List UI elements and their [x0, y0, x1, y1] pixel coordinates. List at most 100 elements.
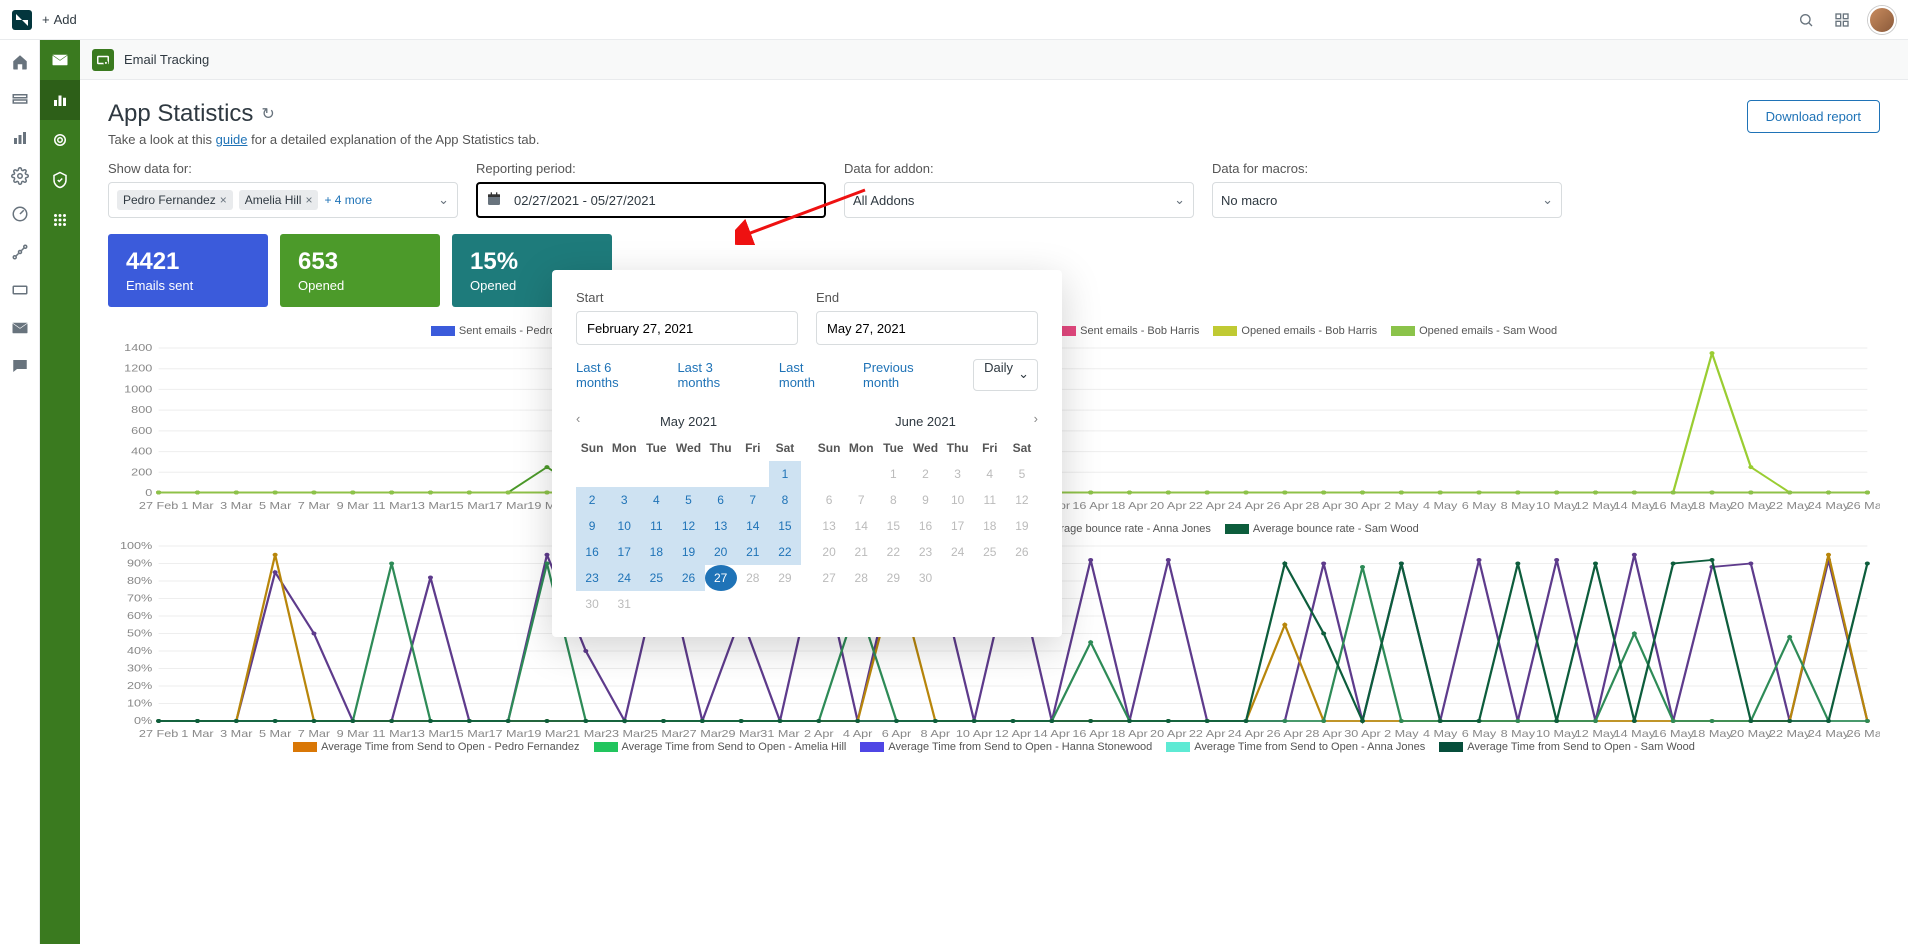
calendar-day[interactable]: 16	[576, 539, 608, 565]
views-icon[interactable]	[10, 90, 30, 110]
calendar-day[interactable]: 27	[813, 565, 845, 591]
calendar-day[interactable]: 8	[877, 487, 909, 513]
calendar-day[interactable]: 18	[640, 539, 672, 565]
calendar-day[interactable]: 24	[942, 539, 974, 565]
addon-select[interactable]: All Addons ⌄	[844, 182, 1194, 218]
calendar-day[interactable]: 10	[942, 487, 974, 513]
calendar-day[interactable]: 5	[672, 487, 704, 513]
zendesk-logo[interactable]	[12, 10, 32, 30]
calendar-day[interactable]: 30	[576, 591, 608, 617]
calendar-day[interactable]: 12	[672, 513, 704, 539]
calendar-day[interactable]: 16	[909, 513, 941, 539]
calendar-day[interactable]: 21	[737, 539, 769, 565]
calendar-day[interactable]: 7	[845, 487, 877, 513]
next-month-icon[interactable]: ›	[1034, 411, 1038, 426]
calendar-day[interactable]: 11	[974, 487, 1006, 513]
legend-item[interactable]: Average Time from Send to Open - Hanna S…	[860, 741, 1152, 753]
more-users-link[interactable]: + 4 more	[324, 193, 372, 207]
macros-select[interactable]: No macro ⌄	[1212, 182, 1562, 218]
start-date-input[interactable]	[576, 311, 798, 345]
add-button[interactable]: + Add	[42, 12, 77, 27]
calendar-day[interactable]: 30	[909, 565, 941, 591]
app-nav-settings[interactable]	[40, 120, 80, 160]
calendar-day[interactable]: 12	[1006, 487, 1038, 513]
show-data-for-select[interactable]: Pedro Fernandez× Amelia Hill× + 4 more ⌄	[108, 182, 458, 218]
calendar-day[interactable]: 7	[737, 487, 769, 513]
app-nav-mail[interactable]	[40, 40, 80, 80]
calendar-day[interactable]: 28	[845, 565, 877, 591]
calendar-day[interactable]: 15	[769, 513, 801, 539]
granularity-select[interactable]: Daily ⌄	[973, 359, 1038, 391]
guide-link[interactable]: guide	[216, 132, 248, 147]
search-icon[interactable]	[1796, 10, 1816, 30]
calendar-day[interactable]: 9	[576, 513, 608, 539]
calendar-day[interactable]: 14	[737, 513, 769, 539]
legend-item[interactable]: Average Time from Send to Open - Anna Jo…	[1166, 741, 1425, 753]
calendar-day[interactable]: 2	[576, 487, 608, 513]
mail-solid-icon[interactable]	[10, 318, 30, 338]
calendar-day[interactable]: 6	[813, 487, 845, 513]
calendar-day[interactable]: 14	[845, 513, 877, 539]
gauge-icon[interactable]	[10, 204, 30, 224]
calendar-day[interactable]: 10	[608, 513, 640, 539]
refresh-icon[interactable]: ↻	[261, 104, 274, 124]
calendar-day[interactable]: 26	[672, 565, 704, 591]
calendar-day[interactable]: 23	[576, 565, 608, 591]
legend-item[interactable]: Average Time from Send to Open - Amelia …	[594, 741, 847, 753]
preset-last-6-months[interactable]: Last 6 months	[576, 360, 657, 390]
calendar-day[interactable]: 21	[845, 539, 877, 565]
calendar-day[interactable]: 8	[769, 487, 801, 513]
calendar-day[interactable]: 2	[909, 461, 941, 487]
calendar-day[interactable]: 4	[640, 487, 672, 513]
calendar-day[interactable]: 25	[974, 539, 1006, 565]
calendar-day[interactable]: 17	[942, 513, 974, 539]
reporting-icon[interactable]	[10, 128, 30, 148]
legend-item[interactable]: Opened emails - Bob Harris	[1213, 325, 1377, 337]
calendar-day[interactable]: 29	[877, 565, 909, 591]
calendar-day[interactable]: 24	[608, 565, 640, 591]
app-nav-apps[interactable]	[40, 200, 80, 240]
calendar-day[interactable]: 19	[1006, 513, 1038, 539]
preset-last-month[interactable]: Last month	[779, 360, 843, 390]
chip-remove-icon[interactable]: ×	[220, 193, 227, 207]
chat-icon[interactable]	[10, 356, 30, 376]
preset-last-3-months[interactable]: Last 3 months	[677, 360, 758, 390]
calendar-day[interactable]: 13	[813, 513, 845, 539]
calendar-day[interactable]: 28	[737, 565, 769, 591]
ticket-icon[interactable]	[10, 280, 30, 300]
calendar-day[interactable]: 13	[705, 513, 737, 539]
calendar-day[interactable]: 3	[942, 461, 974, 487]
calendar-day[interactable]: 15	[877, 513, 909, 539]
admin-icon[interactable]	[10, 166, 30, 186]
calendar-day[interactable]: 29	[769, 565, 801, 591]
app-nav-shield[interactable]	[40, 160, 80, 200]
calendar-day[interactable]: 25	[640, 565, 672, 591]
calendar-day[interactable]: 1	[877, 461, 909, 487]
calendar-day[interactable]: 20	[813, 539, 845, 565]
calendar-day[interactable]: 20	[705, 539, 737, 565]
prev-month-icon[interactable]: ‹	[576, 411, 580, 426]
calendar-day[interactable]: 5	[1006, 461, 1038, 487]
calendar-day[interactable]: 19	[672, 539, 704, 565]
calendar-day[interactable]: 27	[705, 565, 737, 591]
explore-icon[interactable]	[10, 242, 30, 262]
calendar-day[interactable]: 17	[608, 539, 640, 565]
chip-remove-icon[interactable]: ×	[305, 193, 312, 207]
calendar-day[interactable]: 18	[974, 513, 1006, 539]
calendar-day[interactable]: 23	[909, 539, 941, 565]
end-date-input[interactable]	[816, 311, 1038, 345]
app-nav-stats[interactable]	[40, 80, 80, 120]
calendar-day[interactable]: 22	[877, 539, 909, 565]
apps-grid-icon[interactable]	[1832, 10, 1852, 30]
calendar-day[interactable]: 4	[974, 461, 1006, 487]
legend-item[interactable]: Average bounce rate - Sam Wood	[1225, 523, 1419, 535]
calendar-day[interactable]: 22	[769, 539, 801, 565]
legend-item[interactable]: Average Time from Send to Open - Pedro F…	[293, 741, 579, 753]
calendar-day[interactable]: 6	[705, 487, 737, 513]
user-avatar[interactable]	[1868, 6, 1896, 34]
reporting-period-input[interactable]: 02/27/2021 - 05/27/2021	[476, 182, 826, 218]
preset-previous-month[interactable]: Previous month	[863, 360, 953, 390]
legend-item[interactable]: Opened emails - Sam Wood	[1391, 325, 1557, 337]
download-report-button[interactable]: Download report	[1747, 100, 1880, 133]
calendar-day[interactable]: 1	[769, 461, 801, 487]
